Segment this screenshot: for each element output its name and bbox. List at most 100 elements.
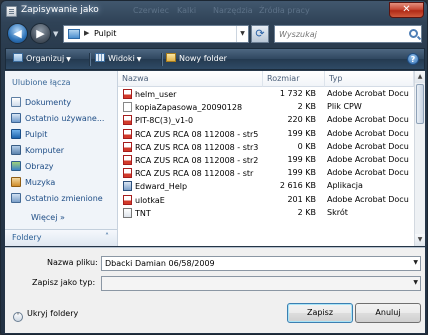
title-bar[interactable]: Zapisywanie jako Czerwiec Kalki Narzędzi…: [1, 1, 427, 21]
recent-places-icon: [11, 113, 21, 123]
pictures-icon: [11, 161, 21, 171]
documents-icon: [11, 97, 21, 107]
column-header-name[interactable]: Nazwa: [118, 71, 263, 87]
folders-label: Foldery: [12, 233, 42, 242]
file-row[interactable]: RCA ZUS RCA 08 112008 - str5 199 KB Adobe …: [118, 128, 413, 141]
sidebar-item-recent-places[interactable]: Ostatnio używane...: [11, 113, 115, 127]
new-folder-label: Nowy folder: [179, 54, 227, 63]
savetype-label: Zapisz jako typ:: [32, 278, 96, 287]
sidebar-item-label: Komputer: [25, 146, 65, 155]
views-menu-button[interactable]: Widoki ▼: [95, 53, 141, 63]
sidebar-item-desktop[interactable]: Pulpit: [11, 129, 115, 143]
file-name: RCA ZUS RCA 08 112008 - str5: [135, 129, 259, 139]
save-button[interactable]: Zapisz: [287, 303, 353, 323]
generic-file-icon: [123, 102, 132, 113]
address-bar[interactable]: ▶ Pulpit ▼: [63, 25, 249, 43]
back-button[interactable]: ◀: [7, 23, 28, 44]
file-name-cell[interactable]: RCA ZUS RCA 08 112008 - str: [123, 168, 263, 179]
cancel-button[interactable]: Anuluj: [355, 303, 421, 323]
file-name: Edward_Help: [135, 182, 188, 192]
file-size: 199 KB: [287, 168, 316, 178]
organize-menu-button[interactable]: Organizuj ▼: [13, 53, 71, 63]
file-row[interactable]: RCA ZUS RCA 08 112008 - str2 199 KB Adobe …: [118, 154, 413, 167]
help-button[interactable]: ?: [407, 53, 419, 65]
savetype-select[interactable]: ▼: [101, 276, 421, 291]
more-links-button[interactable]: Więcej »: [31, 213, 65, 222]
file-name-cell[interactable]: TNT: [123, 207, 263, 218]
refresh-button[interactable]: ⟳: [251, 25, 269, 43]
sidebar-item-documents[interactable]: Dokumenty: [11, 97, 115, 111]
toolbar-separator: [161, 53, 162, 66]
file-name-cell[interactable]: RCA ZUS RCA 08 112008 - str2: [123, 155, 263, 165]
chevron-down-icon[interactable]: ▼: [413, 279, 418, 286]
desktop-folder-icon: [68, 29, 80, 39]
file-name-cell[interactable]: ulotkaE: [123, 194, 263, 205]
file-name-cell[interactable]: helm_user: [123, 89, 263, 99]
folders-expander[interactable]: Foldery ˄: [5, 229, 117, 246]
file-size: 1 732 KB: [279, 89, 316, 98]
column-header-type[interactable]: Typ: [325, 71, 414, 87]
file-size: 2 KB: [297, 102, 316, 112]
file-name-cell[interactable]: RCA ZUS RCA 08 112008 - str3: [123, 141, 263, 152]
new-folder-icon: [166, 53, 176, 62]
column-header-size[interactable]: Rozmiar: [263, 71, 325, 87]
file-name-cell[interactable]: PIT-8C(3)_v1-0: [123, 115, 263, 126]
search-input[interactable]: [279, 27, 403, 41]
sidebar-item-pictures[interactable]: Obrazy: [11, 161, 115, 175]
forward-button[interactable]: ▶: [30, 23, 51, 44]
dialog-icon: [6, 6, 17, 17]
file-row[interactable]: kopiaZapasowa_20090128 2 KB Plik CPW: [118, 101, 413, 114]
file-row[interactable]: RCA ZUS RCA 08 112008 - str3 0 KB Adobe Ac…: [118, 141, 413, 154]
sidebar-item-label: Ostatnio używane...: [25, 114, 105, 123]
file-name-cell[interactable]: Edward_Help: [123, 181, 263, 192]
scroll-up-icon[interactable]: ▲: [415, 71, 425, 83]
file-row[interactable]: Edward_Help 2 616 KB Aplikacja: [118, 180, 413, 193]
close-button[interactable]: ✕: [389, 2, 424, 18]
sidebar-item-recently-changed[interactable]: Ostatnio zmienione: [11, 193, 115, 207]
address-dropdown-icon[interactable]: ▼: [236, 26, 248, 42]
file-name: RCA ZUS RCA 08 112008 - str3: [135, 142, 259, 152]
sidebar-item-label: Pulpit: [25, 130, 48, 139]
file-name: ulotkaE: [135, 195, 165, 205]
chevron-down-icon[interactable]: ▼: [413, 259, 418, 266]
double-chevron-icon: »: [59, 213, 65, 222]
file-row[interactable]: ulotkaE 201 KB Adobe Acrobat Docu: [118, 194, 413, 207]
background-menu-item: Narzędzia: [213, 6, 253, 15]
file-type: Skrót: [327, 207, 348, 217]
forward-arrow-icon: ▶: [36, 27, 45, 40]
recent-pages-dropdown-icon[interactable]: ▼: [53, 30, 58, 38]
file-type: Adobe Acrobat Docu: [327, 155, 409, 164]
file-row[interactable]: RCA ZUS RCA 08 112008 - str 199 KB Adobe A…: [118, 167, 413, 180]
chevron-down-icon: ▼: [66, 56, 71, 63]
new-folder-button[interactable]: Nowy folder: [166, 53, 227, 63]
file-name-cell[interactable]: RCA ZUS RCA 08 112008 - str5: [123, 128, 263, 139]
vertical-scrollbar[interactable]: ▲ ▼: [414, 71, 425, 246]
file-type: Adobe Acrobat Docu: [327, 128, 409, 138]
address-row: ◀ ▶ ▼ ▶ Pulpit ▼ ⟳: [1, 21, 427, 47]
scroll-down-icon[interactable]: ▼: [415, 234, 425, 246]
hide-folders-toggle[interactable]: ˄ Ukryj foldery: [13, 309, 78, 322]
file-name: kopiaZapasowa_20090128: [135, 103, 243, 113]
chevron-down-icon: ▼: [136, 56, 142, 63]
sidebar-item-music[interactable]: Muzyka: [11, 177, 115, 191]
scrollbar-thumb[interactable]: [416, 84, 424, 124]
sidebar-item-label: Ostatnio zmienione: [25, 194, 103, 203]
organize-icon: [13, 53, 23, 62]
command-toolbar: Organizuj ▼ Widoki ▼ Nowy folder ?: [5, 48, 425, 70]
file-name-cell[interactable]: kopiaZapasowa_20090128: [123, 102, 263, 113]
file-row[interactable]: TNT 2 KB Skrót: [118, 207, 413, 220]
music-icon: [11, 177, 21, 187]
file-size: 201 KB: [287, 194, 316, 204]
file-name: helm_user: [135, 90, 177, 99]
pdf-file-icon: [123, 168, 132, 179]
breadcrumb-arrow-icon[interactable]: ▶: [84, 29, 89, 37]
views-label: Widoki: [108, 54, 135, 63]
filename-value[interactable]: Dbacki Damian 06/58/2009: [105, 259, 215, 268]
search-icon[interactable]: [409, 29, 418, 38]
sidebar-item-label: Dokumenty: [25, 98, 72, 107]
file-row[interactable]: helm_user 1 732 KB Adobe Acrobat Docu: [118, 88, 413, 101]
breadcrumb-location[interactable]: Pulpit: [94, 29, 116, 38]
sidebar-item-computer[interactable]: Komputer: [11, 145, 115, 159]
filename-combobox[interactable]: Dbacki Damian 06/58/2009 ▼: [101, 256, 421, 271]
file-row[interactable]: PIT-8C(3)_v1-0 220 KB Adobe Acrobat Docu: [118, 114, 413, 127]
